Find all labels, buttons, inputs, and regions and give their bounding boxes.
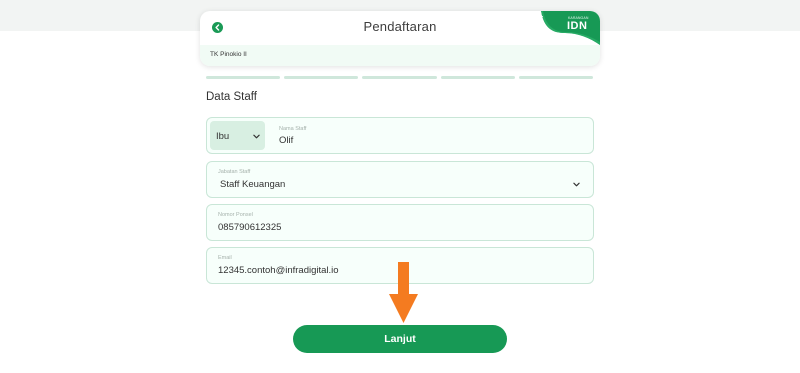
salutation-value: Ibu (216, 131, 230, 142)
staff-name-value: Olif (279, 135, 294, 146)
staff-position-select[interactable]: Jabatan Staff Staff Keuangan (206, 161, 594, 198)
progress-step (284, 76, 359, 79)
staff-name-label: Nama Staff (279, 126, 307, 132)
phone-field[interactable]: Nomor Ponsel 085790612325 (206, 204, 594, 241)
email-value: 12345.contoh@infradigital.io (218, 265, 339, 276)
staff-position-value: Staff Keuangan (220, 179, 286, 190)
header-card: Pendaftaran KARANGAN IDN TK Pinokio II (200, 11, 600, 66)
brand-name: IDN (567, 20, 588, 32)
step-progress (206, 76, 594, 79)
staff-position-label: Jabatan Staff (218, 169, 251, 175)
progress-step (440, 76, 515, 79)
phone-value: 085790612325 (218, 222, 282, 233)
progress-step (362, 76, 437, 79)
brand-logo-icon: KARANGAN IDN (532, 11, 600, 45)
progress-step (518, 76, 594, 79)
progress-step (206, 76, 281, 79)
section-title: Data Staff (206, 91, 257, 103)
sun-icon (532, 11, 543, 22)
annotation-arrow-icon (389, 262, 418, 323)
salutation-select[interactable]: Ibu (210, 121, 265, 150)
header-bar: Pendaftaran KARANGAN IDN (200, 11, 600, 45)
school-bar: TK Pinokio II (200, 45, 600, 66)
chevron-down-icon (253, 134, 260, 139)
school-name: TK Pinokio II (210, 51, 247, 58)
staff-name-field: Ibu Nama Staff Olif (206, 117, 594, 154)
staff-name-input[interactable]: Nama Staff Olif (267, 118, 593, 153)
chevron-down-icon (573, 182, 580, 187)
email-label: Email (218, 255, 232, 261)
phone-label: Nomor Ponsel (218, 212, 253, 218)
continue-button[interactable]: Lanjut (293, 325, 507, 353)
